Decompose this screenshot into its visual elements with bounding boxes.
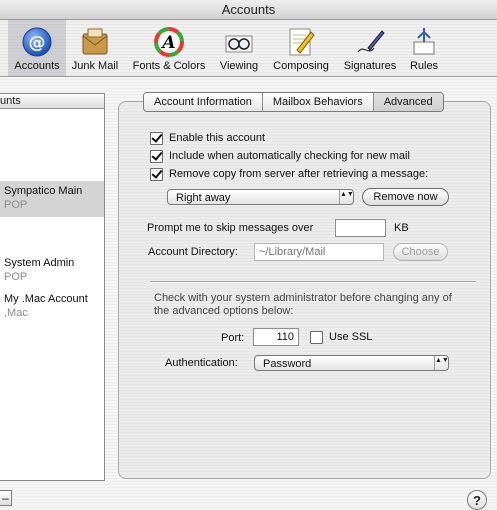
- fonts-colors-icon: A: [154, 27, 184, 57]
- port-input[interactable]: 110: [253, 328, 299, 346]
- toolbar-signatures[interactable]: Signatures: [336, 20, 404, 76]
- svg-text:A: A: [160, 33, 175, 53]
- remove-timing-popup[interactable]: Right away ▲▼: [167, 189, 354, 205]
- use-ssl-label: Use SSL: [329, 331, 373, 343]
- admin-note-line2: the advanced options below:: [154, 305, 294, 317]
- account-name: Sympatico Main: [4, 185, 83, 197]
- junk-mail-icon: [82, 28, 108, 55]
- account-directory-field: ~/Library/Mail: [254, 243, 384, 261]
- toolbar-label: Accounts: [14, 60, 60, 72]
- include-checking-option[interactable]: Include when automatically checking for …: [150, 149, 410, 163]
- toolbar-label: Junk Mail: [71, 60, 119, 72]
- window-title: Accounts: [0, 0, 497, 20]
- authentication-popup[interactable]: Password ▲▼: [254, 355, 449, 371]
- account-tabs: Account Information Mailbox Behaviors Ad…: [143, 92, 444, 112]
- skip-messages-label: Prompt me to skip messages over: [147, 222, 314, 234]
- use-ssl-option[interactable]: Use SSL: [310, 330, 372, 344]
- account-name: My .Mac Account: [4, 293, 88, 305]
- tab-mailbox-behaviors[interactable]: Mailbox Behaviors: [262, 93, 374, 111]
- toolbar-fonts-colors[interactable]: A Fonts & Colors: [126, 20, 212, 76]
- authentication-value: Password: [263, 358, 312, 370]
- kb-unit-label: KB: [394, 222, 409, 234]
- toolbar-junk-mail[interactable]: Junk Mail: [66, 20, 124, 76]
- authentication-label: Authentication:: [165, 357, 238, 369]
- popup-arrows-icon: ▲▼: [339, 190, 354, 204]
- tab-account-information[interactable]: Account Information: [144, 93, 263, 111]
- choose-directory-button[interactable]: Choose: [393, 243, 448, 261]
- account-name: System Admin: [4, 257, 75, 269]
- composing-pencil-icon: [289, 28, 315, 56]
- toolbar-label: Rules: [409, 60, 439, 72]
- signature-pen-icon: [357, 30, 385, 53]
- viewing-glasses-icon: [225, 35, 253, 53]
- remove-copy-label: Remove copy from server after retrieving…: [169, 168, 429, 180]
- toolbar-composing[interactable]: Composing: [268, 20, 334, 76]
- remove-copy-option[interactable]: Remove copy from server after retrieving…: [150, 167, 428, 181]
- include-checking-checkbox[interactable]: [150, 149, 163, 163]
- enable-account-label: Enable this account: [169, 132, 266, 144]
- toolbar-accounts[interactable]: @ Accounts: [8, 20, 66, 76]
- help-button[interactable]: ?: [467, 490, 487, 510]
- remove-now-button[interactable]: Remove now: [362, 188, 449, 206]
- at-sign-icon: @: [22, 27, 52, 57]
- account-row-system-admin[interactable]: System Admin POP: [0, 253, 104, 289]
- remove-timing-value: Right away: [176, 192, 231, 204]
- account-type: POP: [4, 199, 28, 211]
- account-directory-label: Account Directory:: [148, 246, 238, 258]
- toolbar-label: Viewing: [219, 60, 259, 72]
- section-divider: [150, 281, 476, 283]
- remove-account-button[interactable]: –: [0, 490, 12, 506]
- tab-advanced[interactable]: Advanced: [373, 93, 443, 111]
- svg-text:@: @: [29, 33, 46, 53]
- account-row-sympatico-main[interactable]: Sympatico Main POP: [0, 181, 104, 217]
- toolbar-label: Composing: [273, 60, 329, 72]
- popup-arrows-icon: ▲▼: [434, 356, 449, 370]
- port-label: Port:: [221, 332, 245, 344]
- skip-size-input[interactable]: [335, 219, 386, 237]
- account-row-my-mac-account[interactable]: My .Mac Account .Mac: [0, 289, 104, 325]
- accounts-list[interactable]: unts Sympatico Main POP System Admin POP…: [0, 93, 105, 481]
- admin-note-line1: Check with your system administrator bef…: [154, 292, 452, 304]
- account-type: POP: [4, 271, 28, 283]
- toolbar-label: Fonts & Colors: [132, 60, 206, 72]
- enable-account-option[interactable]: Enable this account: [150, 131, 265, 145]
- use-ssl-checkbox[interactable]: [310, 330, 323, 344]
- preferences-toolbar: @ Accounts Junk Mail A Fonts & Colors Vi…: [0, 20, 497, 77]
- include-checking-label: Include when automatically checking for …: [169, 150, 410, 162]
- toolbar-rules[interactable]: Rules: [404, 20, 444, 76]
- enable-account-checkbox[interactable]: [150, 131, 163, 145]
- toolbar-viewing[interactable]: Viewing: [212, 20, 266, 76]
- accounts-column-header[interactable]: unts: [0, 94, 104, 109]
- account-type: .Mac: [4, 307, 28, 319]
- toolbar-label: Signatures: [343, 60, 397, 72]
- rules-icon: [413, 28, 435, 55]
- remove-copy-checkbox[interactable]: [150, 167, 163, 181]
